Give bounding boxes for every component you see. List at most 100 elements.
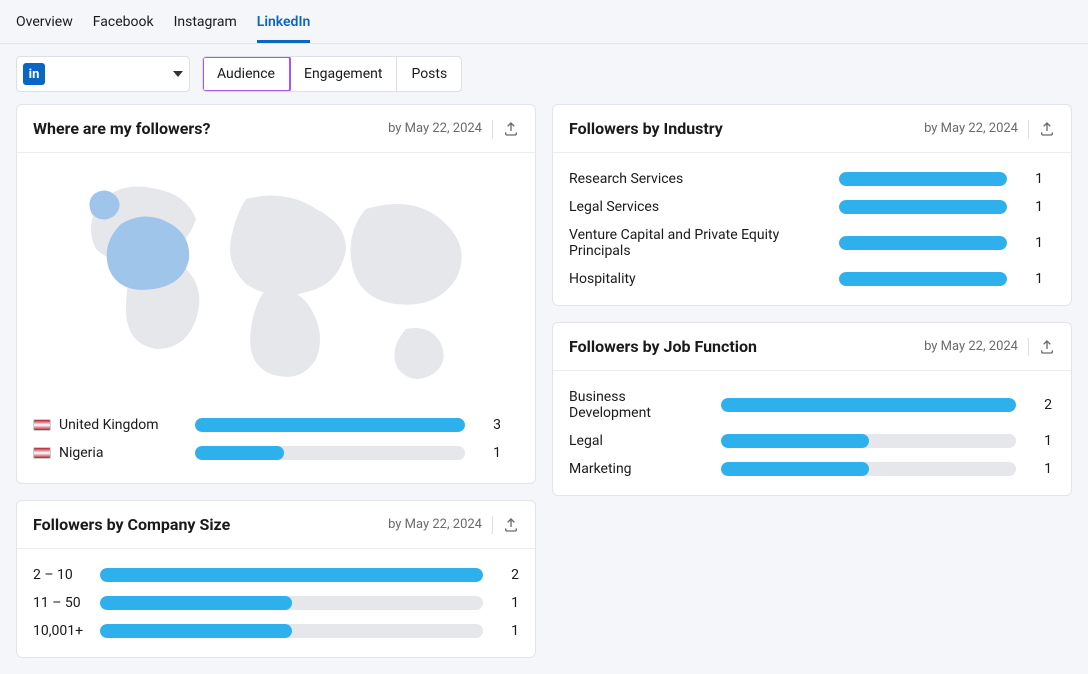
bucket-label: 11 – 50 bbox=[33, 595, 88, 611]
card-title: Followers by Company Size bbox=[33, 515, 388, 534]
card-body: United Kingdom 3 Nigeria 1 bbox=[17, 153, 535, 483]
bar-fill bbox=[100, 624, 292, 638]
bar-value: 1 bbox=[495, 595, 519, 611]
bar-track bbox=[195, 446, 465, 460]
bar-value: 1 bbox=[1019, 271, 1043, 287]
bar-track bbox=[721, 462, 1016, 476]
card-header: Followers by Job Function by May 22, 202… bbox=[553, 323, 1071, 371]
industry-label: Venture Capital and Private Equity Princ… bbox=[569, 227, 827, 259]
bar-fill bbox=[839, 236, 1007, 250]
card-job-function: Followers by Job Function by May 22, 202… bbox=[552, 322, 1072, 496]
bar-fill bbox=[839, 172, 1007, 186]
bar-track bbox=[839, 236, 1007, 250]
bar-fill bbox=[721, 398, 1016, 412]
bar-value: 1 bbox=[1019, 171, 1043, 187]
bar-track bbox=[721, 398, 1016, 412]
card-title: Followers by Job Function bbox=[569, 337, 924, 356]
bar-value: 1 bbox=[1028, 433, 1052, 449]
card-followers-geo: Where are my followers? by May 22, 2024 bbox=[16, 104, 536, 484]
bar-track bbox=[839, 272, 1007, 286]
table-row: Business Development 2 bbox=[569, 383, 1055, 427]
card-title: Followers by Industry bbox=[569, 119, 924, 138]
bar-fill bbox=[100, 596, 292, 610]
card-header: Followers by Industry by May 22, 2024 bbox=[553, 105, 1071, 153]
job-function-bar-list: Business Development 2 Legal 1 Marketing… bbox=[553, 371, 1071, 495]
left-column: Where are my followers? by May 22, 2024 bbox=[16, 104, 536, 658]
divider bbox=[492, 120, 493, 138]
divider bbox=[492, 516, 493, 534]
flag-icon bbox=[33, 419, 51, 431]
bar-fill bbox=[721, 434, 869, 448]
bucket-label: 2 – 10 bbox=[33, 567, 88, 583]
bar-track bbox=[100, 596, 483, 610]
job-label: Business Development bbox=[569, 389, 709, 421]
bar-track bbox=[839, 172, 1007, 186]
chevron-down-icon bbox=[173, 71, 183, 77]
bucket-label: 10,001+ bbox=[33, 623, 88, 639]
card-date: by May 22, 2024 bbox=[388, 517, 482, 532]
table-row: United Kingdom 3 bbox=[33, 411, 519, 439]
bar-fill bbox=[721, 462, 869, 476]
tab-facebook[interactable]: Facebook bbox=[93, 10, 154, 43]
segment-posts[interactable]: Posts bbox=[397, 57, 461, 91]
bar-fill bbox=[839, 200, 1007, 214]
segmented-control: Audience Engagement Posts bbox=[202, 56, 462, 92]
world-map bbox=[66, 169, 486, 399]
linkedin-icon: in bbox=[23, 63, 45, 85]
table-row: Venture Capital and Private Equity Princ… bbox=[569, 221, 1055, 265]
bar-fill bbox=[839, 272, 1007, 286]
segment-audience[interactable]: Audience bbox=[203, 57, 290, 91]
bar-value: 2 bbox=[495, 567, 519, 583]
top-navigation: Overview Facebook Instagram LinkedIn bbox=[0, 0, 1088, 44]
tab-linkedin[interactable]: LinkedIn bbox=[257, 10, 311, 43]
table-row: Legal Services 1 bbox=[569, 193, 1055, 221]
card-company-size: Followers by Company Size by May 22, 202… bbox=[16, 500, 536, 658]
table-row: Legal 1 bbox=[569, 427, 1055, 455]
card-date: by May 22, 2024 bbox=[388, 121, 482, 136]
bar-fill bbox=[100, 568, 483, 582]
bar-track bbox=[100, 568, 483, 582]
bar-value: 2 bbox=[1028, 397, 1052, 413]
tab-overview[interactable]: Overview bbox=[16, 10, 73, 43]
card-title: Where are my followers? bbox=[33, 119, 388, 138]
bar-value: 1 bbox=[1019, 199, 1043, 215]
company-size-bar-list: 2 – 10 2 11 – 50 1 10,001+ 1 bbox=[17, 549, 535, 657]
geo-bar-list: United Kingdom 3 Nigeria 1 bbox=[33, 411, 519, 467]
controls-row: in Audience Engagement Posts bbox=[0, 44, 1088, 104]
card-date: by May 22, 2024 bbox=[924, 339, 1018, 354]
divider bbox=[1028, 120, 1029, 138]
card-header: Followers by Company Size by May 22, 202… bbox=[17, 501, 535, 549]
bar-value: 1 bbox=[495, 623, 519, 639]
flag-icon bbox=[33, 447, 51, 459]
bar-value: 3 bbox=[477, 417, 501, 433]
bar-track bbox=[721, 434, 1016, 448]
export-icon[interactable] bbox=[503, 517, 519, 533]
table-row: Nigeria 1 bbox=[33, 439, 519, 467]
segment-engagement[interactable]: Engagement bbox=[290, 57, 397, 91]
card-date: by May 22, 2024 bbox=[924, 121, 1018, 136]
right-column: Followers by Industry by May 22, 2024 Re… bbox=[552, 104, 1072, 658]
industry-label: Legal Services bbox=[569, 199, 827, 215]
industry-label: Research Services bbox=[569, 171, 827, 187]
bar-fill bbox=[195, 446, 284, 460]
country-label: United Kingdom bbox=[59, 417, 159, 433]
export-icon[interactable] bbox=[503, 121, 519, 137]
bar-track bbox=[100, 624, 483, 638]
profile-selector[interactable]: in bbox=[16, 56, 190, 92]
industry-bar-list: Research Services 1 Legal Services 1 Ven… bbox=[553, 153, 1071, 305]
bar-fill bbox=[195, 418, 465, 432]
industry-label: Hospitality bbox=[569, 271, 827, 287]
card-industry: Followers by Industry by May 22, 2024 Re… bbox=[552, 104, 1072, 306]
table-row: Marketing 1 bbox=[569, 455, 1055, 483]
export-icon[interactable] bbox=[1039, 121, 1055, 137]
table-row: 10,001+ 1 bbox=[33, 617, 519, 645]
job-label: Legal bbox=[569, 433, 709, 449]
table-row: 11 – 50 1 bbox=[33, 589, 519, 617]
bar-track bbox=[195, 418, 465, 432]
table-row: Research Services 1 bbox=[569, 165, 1055, 193]
country-label: Nigeria bbox=[59, 445, 103, 461]
bar-value: 1 bbox=[1019, 235, 1043, 251]
divider bbox=[1028, 338, 1029, 356]
tab-instagram[interactable]: Instagram bbox=[174, 10, 237, 43]
export-icon[interactable] bbox=[1039, 339, 1055, 355]
